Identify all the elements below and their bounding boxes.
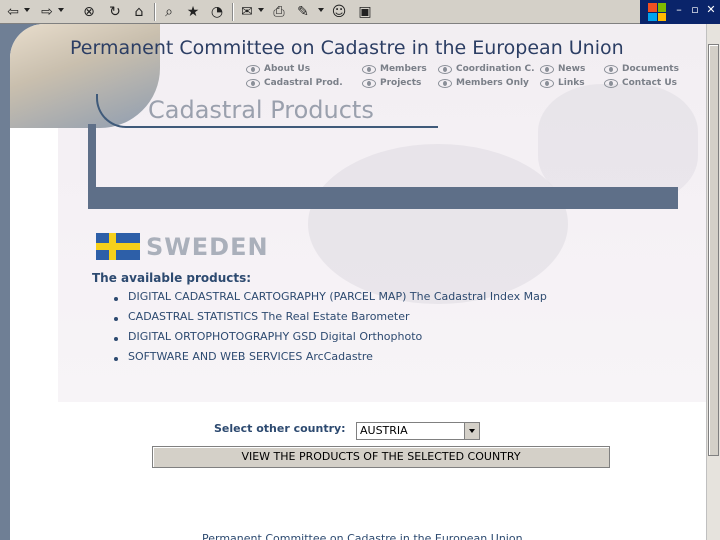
nav-projects[interactable]: Projects [362, 78, 421, 88]
section-title: Cadastral Products [148, 96, 374, 124]
refresh-icon[interactable]: ↻ [106, 3, 124, 21]
windows-logo-icon [648, 3, 666, 21]
available-products-label: The available products: [92, 271, 252, 285]
product-link[interactable]: DIGITAL CADASTRAL CARTOGRAPHY (PARCEL MA… [114, 290, 547, 310]
minimize-button[interactable]: – [672, 3, 686, 17]
messenger-icon[interactable]: ☺ [330, 3, 348, 21]
eye-icon [604, 64, 618, 74]
close-button[interactable]: ✕ [704, 3, 718, 17]
toolbar-separator [154, 3, 156, 21]
nav-about-us[interactable]: About Us [246, 64, 310, 74]
eye-icon [362, 64, 376, 74]
country-select-value: AUSTRIA [360, 424, 408, 437]
nav-links[interactable]: Links [540, 78, 585, 88]
edit-dropdown-icon[interactable] [318, 8, 324, 12]
mail-icon[interactable]: ✉ [238, 3, 256, 21]
search-icon[interactable]: ⌕ [160, 3, 178, 21]
eye-icon [540, 64, 554, 74]
eye-icon [604, 78, 618, 88]
site-title: Permanent Committee on Cadastre in the E… [70, 37, 624, 59]
scrollbar-thumb[interactable] [708, 44, 719, 456]
nav-coordination[interactable]: Coordination C. [438, 64, 535, 74]
nav-documents[interactable]: Documents [604, 64, 679, 74]
print-icon[interactable]: ⎙ [270, 3, 288, 21]
eye-icon [246, 78, 260, 88]
back-arrow-icon[interactable]: ⇦ [4, 3, 22, 21]
history-icon[interactable]: ◔ [208, 3, 226, 21]
back-dropdown-icon[interactable] [24, 8, 30, 12]
product-link[interactable]: DIGITAL ORTOPHOTOGRAPHY GSD Digital Orth… [114, 330, 547, 350]
divider-bar [88, 187, 678, 209]
eye-icon [246, 64, 260, 74]
web-page: Permanent Committee on Cadastre in the E… [10, 24, 706, 540]
nav-members[interactable]: Members [362, 64, 427, 74]
select-country-label: Select other country: [214, 422, 346, 435]
view-products-button[interactable]: VIEW THE PRODUCTS OF THE SELECTED COUNTR… [152, 446, 610, 468]
eye-icon [540, 78, 554, 88]
left-strip [88, 124, 96, 188]
product-link[interactable]: CADASTRAL STATISTICS The Real Estate Bar… [114, 310, 547, 330]
toolbar-separator [232, 3, 234, 21]
eye-icon [362, 78, 376, 88]
product-link[interactable]: SOFTWARE AND WEB SERVICES ArcCadastre [114, 350, 547, 370]
mail-dropdown-icon[interactable] [258, 8, 264, 12]
stop-icon[interactable]: ⊗ [80, 3, 98, 21]
nav-contact-us[interactable]: Contact Us [604, 78, 677, 88]
forward-arrow-icon[interactable]: ⇨ [38, 3, 56, 21]
forward-dropdown-icon[interactable] [58, 8, 64, 12]
discuss-icon[interactable]: ▣ [356, 3, 374, 21]
footer-text: Permanent Committee on Cadastre in the E… [202, 532, 523, 540]
favorites-icon[interactable]: ★ [184, 3, 202, 21]
country-name: SWEDEN [146, 233, 269, 261]
nav-members-only[interactable]: Members Only [438, 78, 529, 88]
browser-toolbar: ⇦ ⇨ ⊗ ↻ ⌂ ⌕ ★ ◔ ✉ ⎙ ✎ ☺ ▣ [0, 0, 720, 24]
eye-icon [438, 64, 452, 74]
nav-cadastral-prod[interactable]: Cadastral Prod. [246, 78, 343, 88]
nav-news[interactable]: News [540, 64, 585, 74]
product-list: DIGITAL CADASTRAL CARTOGRAPHY (PARCEL MA… [114, 290, 547, 370]
vertical-scrollbar[interactable] [706, 24, 720, 540]
restore-button[interactable]: ▫ [688, 3, 702, 17]
home-icon[interactable]: ⌂ [130, 3, 148, 21]
edit-icon[interactable]: ✎ [294, 3, 312, 21]
eye-icon [438, 78, 452, 88]
chevron-down-icon[interactable] [464, 423, 479, 439]
country-select[interactable]: AUSTRIA [356, 422, 480, 440]
sweden-flag-icon [96, 233, 140, 260]
